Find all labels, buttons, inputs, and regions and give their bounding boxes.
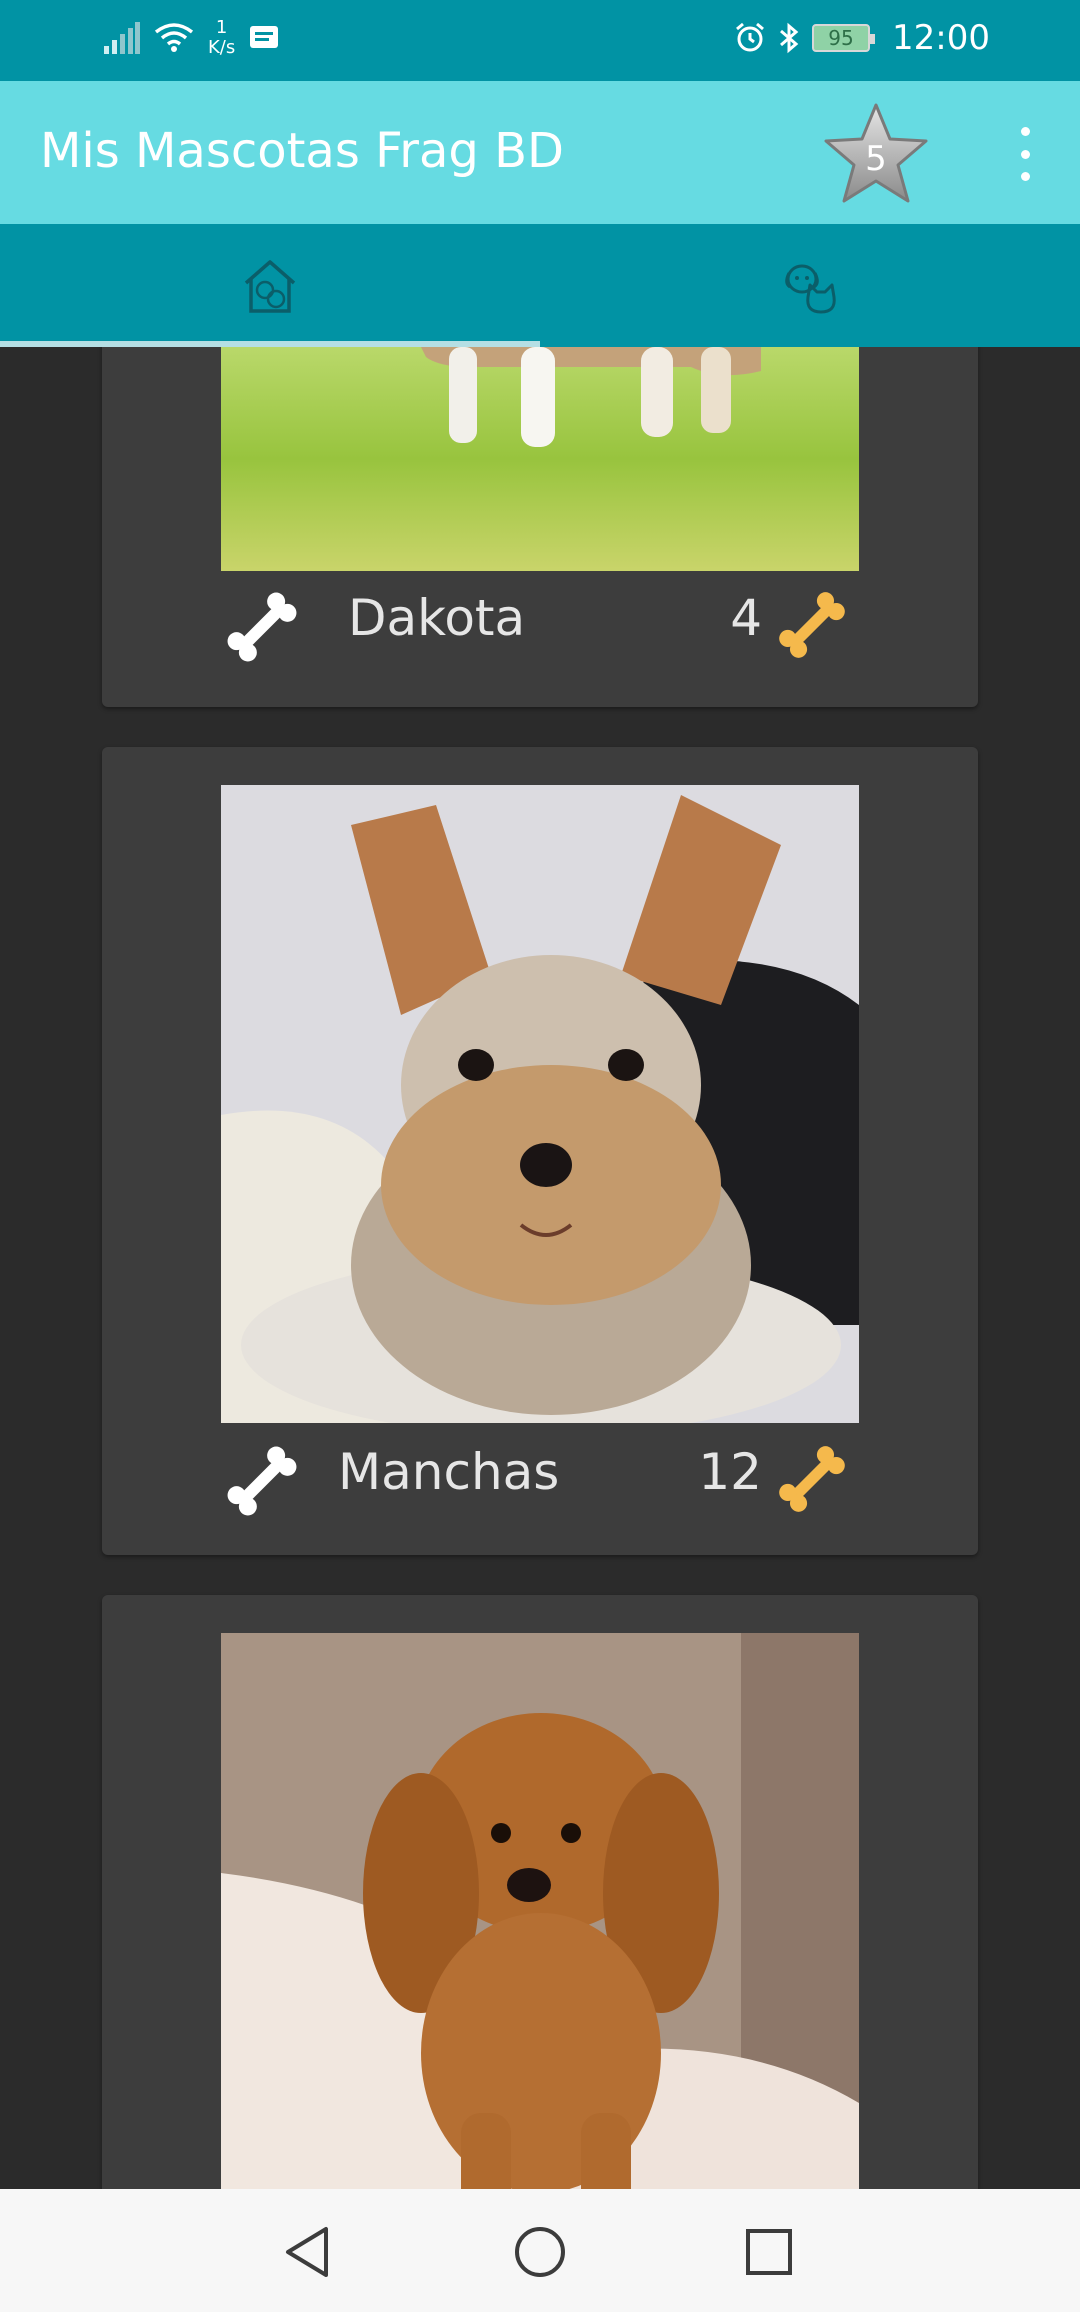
back-button[interactable] [272, 2217, 342, 2287]
bluetooth-icon [780, 22, 799, 54]
favorites-count: 5 [865, 139, 887, 179]
signal-icon [104, 22, 140, 54]
rate-bone-icon[interactable] [220, 1439, 304, 1523]
message-notification-icon [250, 26, 279, 48]
dog-photo-image [221, 1633, 859, 2189]
back-triangle-icon [286, 2227, 328, 2277]
pet-likes-count: 12 [698, 1443, 762, 1501]
pet-list[interactable]: Dakota 4 Manchas 12 [0, 347, 1080, 2189]
pet-caption: Manchas 12 [102, 1429, 978, 1519]
pets-house-icon [244, 259, 296, 313]
pet-card [102, 1595, 978, 2189]
network-speed-value: 1 [215, 17, 228, 38]
network-speed-unit: K/s [208, 37, 236, 58]
tab-home[interactable] [0, 224, 540, 347]
pet-card: Manchas 12 [102, 747, 978, 1555]
overflow-dot [1020, 127, 1030, 136]
home-button[interactable] [505, 2217, 575, 2287]
pet-card: Dakota 4 [102, 347, 978, 707]
home-circle-icon [515, 2227, 565, 2277]
status-left: 1 K/s [104, 18, 279, 58]
favorites-button[interactable]: 5 [820, 99, 932, 211]
pet-photo [221, 347, 859, 571]
system-navigation-bar [0, 2189, 1080, 2312]
pet-photo [221, 1633, 859, 2189]
dog-photo-image [221, 785, 859, 1423]
recents-square-icon [746, 2229, 792, 2275]
alarm-icon [736, 22, 764, 52]
battery-indicator: 95 [812, 24, 876, 52]
pet-name: Manchas [338, 1443, 560, 1501]
overflow-dot [1020, 149, 1030, 159]
status-bar: 1 K/s 95 12:00 [0, 0, 1080, 81]
app-bar: Mis Mascotas Frag BD 5 [0, 81, 1080, 224]
pet-caption: Dakota 4 [102, 575, 978, 665]
tab-bar [0, 224, 1080, 347]
likes-bone-icon [779, 592, 845, 658]
overflow-menu-button[interactable] [1010, 127, 1040, 181]
wifi-icon [154, 23, 194, 52]
likes-bone-icon [779, 1446, 845, 1512]
clock: 12:00 [892, 18, 990, 58]
overflow-dot [1020, 172, 1030, 181]
pet-photo [221, 785, 859, 1423]
tab-pets[interactable] [540, 224, 1080, 347]
dog-cat-icon [785, 264, 836, 313]
rate-bone-icon[interactable] [220, 585, 304, 669]
pet-name: Dakota [348, 589, 526, 647]
pet-likes-count: 4 [730, 589, 762, 647]
status-right: 95 12:00 [734, 18, 990, 58]
recents-button[interactable] [734, 2217, 804, 2287]
dog-photo-image [221, 347, 859, 571]
network-speed: 1 K/s [208, 18, 235, 58]
app-title: Mis Mascotas Frag BD [40, 123, 564, 179]
